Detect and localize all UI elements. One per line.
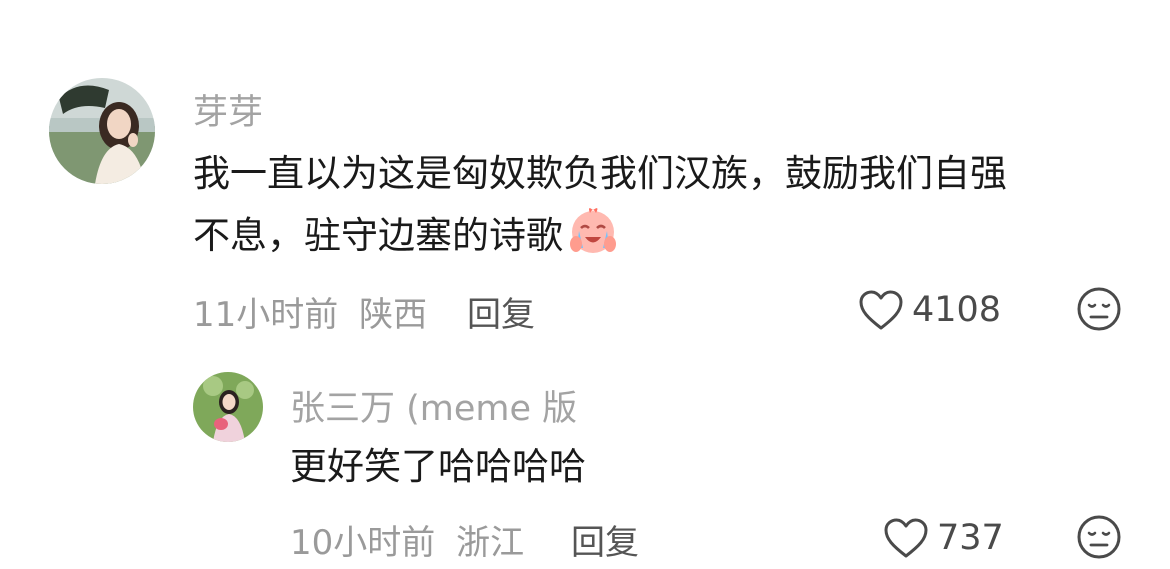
- reply-button[interactable]: 回复: [571, 515, 639, 564]
- location: 浙江: [456, 523, 525, 563]
- comment-meta: 11小时前 陕西: [193, 287, 427, 336]
- location: 陕西: [359, 295, 428, 335]
- timestamp: 10小时前: [290, 523, 436, 563]
- avatar[interactable]: [49, 78, 155, 184]
- reply-button[interactable]: 回复: [467, 287, 535, 336]
- dislike-button[interactable]: [1076, 286, 1122, 332]
- timestamp: 11小时前: [193, 295, 339, 335]
- heart-outline-icon: [858, 289, 904, 331]
- like-button[interactable]: 737: [883, 516, 1004, 560]
- avatar[interactable]: [193, 372, 263, 442]
- comment-text-line: 我一直以为这是匈奴欺负我们汉族，鼓励我们自强: [193, 152, 1007, 195]
- comment-meta: 10小时前 浙江: [290, 515, 524, 564]
- like-count: 4108: [912, 290, 1002, 330]
- dislike-button[interactable]: [1076, 514, 1122, 560]
- neutral-face-icon: [1076, 514, 1122, 560]
- username[interactable]: 芽芽: [193, 84, 263, 135]
- crying-laughing-emoji-icon: [567, 204, 619, 270]
- comment-text: 我一直以为这是匈奴欺负我们汉族，鼓励我们自强 不息，驻守边塞的诗歌: [193, 148, 1143, 270]
- like-button[interactable]: 4108: [858, 288, 1001, 332]
- comment-text-line: 不息，驻守边塞的诗歌: [193, 213, 563, 257]
- like-count: 737: [937, 518, 1004, 558]
- heart-outline-icon: [883, 517, 929, 559]
- username[interactable]: 张三万 (meme 版: [290, 380, 577, 431]
- neutral-face-icon: [1076, 286, 1122, 332]
- comment-text: 更好笑了哈哈哈哈: [290, 445, 586, 488]
